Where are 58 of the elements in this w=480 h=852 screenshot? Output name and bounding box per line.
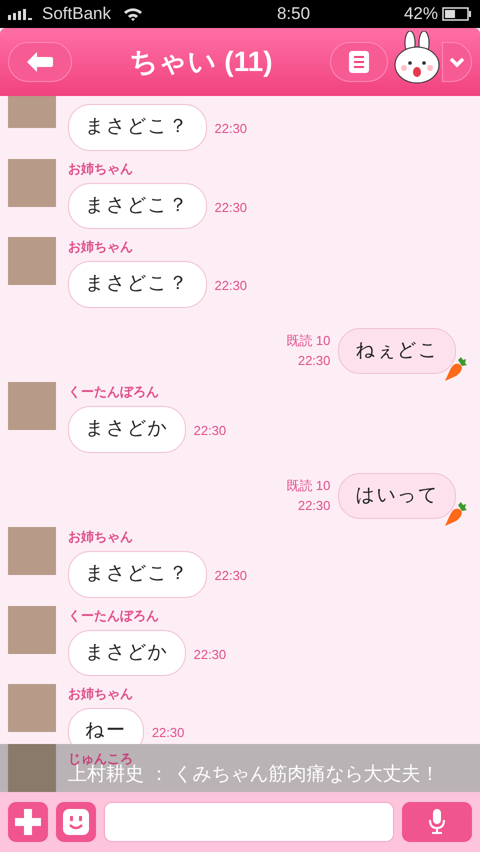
sticker-button[interactable] <box>56 802 96 842</box>
avatar-photo-placeholder <box>8 684 56 732</box>
avatar-photo-placeholder <box>8 158 56 206</box>
message-input[interactable] <box>104 802 394 842</box>
battery-percent: 42% <box>404 3 438 26</box>
message-time: 22:30 <box>214 198 248 216</box>
chevron-down-icon <box>449 56 465 68</box>
message-bubble: まさどこ？ <box>68 104 206 150</box>
menu-button[interactable] <box>330 42 388 82</box>
message-bubble: まさどこ？ <box>68 261 206 308</box>
sender-name: お姉ちゃん <box>68 528 134 546</box>
rabbit-icon <box>392 31 442 85</box>
message-bubble: ねー <box>68 708 144 744</box>
sender-name: お姉ちゃん <box>68 685 134 703</box>
message-time: 22:30 <box>152 724 184 742</box>
sender-name: くーたんぼろん <box>68 383 160 401</box>
notification-text: 上村耕史 ： くみちゃん筋肉痛なら大丈夫！ <box>68 765 440 784</box>
message-time: 22:30 <box>194 646 226 664</box>
sender-name: くーたんぼろん <box>68 606 160 624</box>
avatar-photo-placeholder <box>8 237 56 285</box>
sender-name: お姉ちゃん <box>68 238 134 256</box>
clock: 8:50 <box>276 3 310 26</box>
message-bubble: まさどこ？ <box>68 182 206 229</box>
message-time: 22:30 <box>298 496 330 515</box>
carrot-icon <box>442 501 468 527</box>
message-bubble: まさどか <box>68 630 186 676</box>
message-time: 22:30 <box>298 352 330 370</box>
back-button[interactable] <box>8 42 72 82</box>
microphone-icon <box>428 809 446 835</box>
message-bubble: まさどか <box>68 406 186 452</box>
carrier-name: SoftBank <box>42 3 111 26</box>
add-button[interactable] <box>8 802 48 842</box>
message-bubble: まさどこ？ <box>68 551 206 598</box>
voice-button[interactable] <box>402 802 472 842</box>
carrot-icon <box>442 356 468 382</box>
read-receipt: 既読 10 <box>286 477 330 496</box>
sender-name: じゅんころ <box>68 752 133 765</box>
avatar-photo-placeholder <box>8 527 56 575</box>
message-bubble: ねぇどこ <box>338 328 456 374</box>
thumbnail-photo-placeholder <box>8 744 56 792</box>
avatar-photo-placeholder <box>8 606 56 654</box>
battery-icon <box>442 7 472 21</box>
back-arrow-icon <box>27 52 53 72</box>
message-time: 22:30 <box>214 567 248 585</box>
list-icon <box>349 51 369 73</box>
message-time: 22:30 <box>214 120 248 138</box>
message-time: 22:30 <box>194 422 226 440</box>
plus-icon <box>15 809 41 835</box>
wifi-icon <box>123 7 143 21</box>
message-time: 22:30 <box>214 277 248 295</box>
smiley-icon <box>63 809 89 835</box>
read-receipt: 既読 10 <box>286 332 330 350</box>
message-bubble: はいって <box>338 472 456 519</box>
notification-banner[interactable]: じゅんころ 上村耕史 ： くみちゃん筋肉痛なら大丈夫！ <box>0 744 480 792</box>
sticker-menu-button[interactable] <box>442 42 472 82</box>
sender-name: お姉ちゃん <box>68 160 134 178</box>
chat-title: ちゃい (11) <box>128 45 274 79</box>
avatar-photo-placeholder <box>8 382 56 430</box>
